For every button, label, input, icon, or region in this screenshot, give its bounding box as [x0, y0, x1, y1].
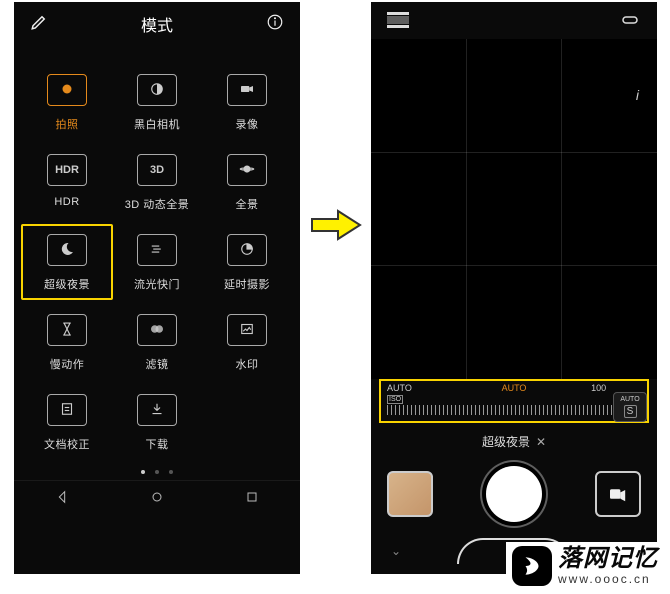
moon-icon [58, 240, 76, 261]
mode-slowmo[interactable]: 慢动作 [27, 314, 107, 372]
mode-download[interactable]: 下载 [117, 394, 197, 452]
shutter-row [371, 456, 657, 532]
page-dot [141, 470, 145, 474]
step-arrow-icon [308, 205, 363, 245]
composition-grid-line [466, 39, 467, 379]
document-icon [58, 400, 76, 421]
nav-recent-button[interactable] [244, 489, 260, 508]
trails-icon [148, 240, 166, 261]
camera-viewfinder[interactable]: i [371, 39, 657, 379]
mode-night[interactable]: 超级夜景 [21, 224, 113, 300]
filter-circles-icon [148, 320, 166, 341]
screen-title: 模式 [141, 12, 173, 36]
composition-grid-line [371, 265, 657, 266]
mode-label: 慢动作 [50, 356, 85, 372]
edit-icon[interactable] [30, 13, 48, 36]
watermark-url: www.oooc.cn [558, 573, 658, 586]
iso-auto-label: AUTO ISO [387, 383, 472, 403]
mode-label: HDR [54, 196, 79, 208]
mode-label: 下载 [146, 436, 169, 452]
hdr-text-icon: HDR [55, 164, 79, 176]
film-roll-icon[interactable] [387, 12, 409, 33]
nav-back-button[interactable] [54, 489, 70, 508]
mode-pano[interactable]: 全景 [207, 154, 287, 212]
watermark-icon [238, 320, 256, 341]
loop-icon[interactable] [619, 13, 641, 32]
night-mode-viewfinder-screen: i AUTO ISO AUTO 100 超级夜景 ✕ AUTO S ⌄ ⌄ [371, 2, 657, 574]
page-dot [169, 470, 173, 474]
current-mode-label: 超级夜景 ✕ [371, 423, 657, 456]
timelapse-icon [238, 240, 256, 261]
nav-home-button[interactable] [149, 489, 165, 508]
auto-s-badge[interactable]: AUTO S [613, 392, 647, 422]
shutter-auto-label: AUTO [472, 383, 557, 403]
mode-label: 文档校正 [44, 436, 90, 452]
video-camera-icon [238, 80, 256, 101]
mode-label: 录像 [236, 116, 259, 132]
mode-docscan[interactable]: 文档校正 [27, 394, 107, 452]
mode-label: 延时摄影 [224, 276, 270, 292]
mode-3dpano[interactable]: 3D 3D 动态全景 [117, 154, 197, 212]
chevron-down-icon[interactable]: ⌄ [391, 544, 401, 558]
mode-label: 流光快门 [134, 276, 180, 292]
mode-filter[interactable]: 滤镜 [117, 314, 197, 372]
mode-label: 黑白相机 [134, 116, 180, 132]
watermark-title: 落网记忆 [558, 546, 658, 572]
info-icon[interactable]: i [636, 87, 639, 103]
pano-icon [238, 160, 256, 181]
mode-photo[interactable]: 拍照 [27, 74, 107, 132]
mode-label: 超级夜景 [44, 276, 90, 292]
page-dot [155, 470, 159, 474]
mode-label: 3D 动态全景 [125, 196, 190, 212]
half-circle-icon [148, 80, 166, 101]
hourglass-icon [58, 320, 76, 341]
exposure-scale[interactable]: AUTO ISO AUTO 100 [379, 379, 649, 423]
source-watermark: 落网记忆 www.oooc.cn [506, 542, 664, 590]
mode-selection-screen: 模式 拍照 黑白相机 录像 HDR HDR 3D 3D 动态全景 全景 [14, 2, 300, 574]
mode-watermark[interactable]: 水印 [207, 314, 287, 372]
close-mode-icon[interactable]: ✕ [536, 435, 546, 449]
mode-hdr[interactable]: HDR HDR [27, 154, 107, 212]
watermark-logo-icon [512, 546, 552, 586]
mode-video[interactable]: 录像 [207, 74, 287, 132]
mode-light[interactable]: 流光快门 [117, 234, 197, 292]
shutter-button[interactable] [486, 466, 542, 522]
mode-timelapse[interactable]: 延时摄影 [207, 234, 287, 292]
composition-grid-line [561, 39, 562, 379]
exposure-tick-marks [387, 405, 641, 415]
mode-label: 水印 [236, 356, 259, 372]
switch-to-video-button[interactable] [595, 471, 641, 517]
android-nav-bar [14, 480, 300, 518]
mode-grid: 拍照 黑白相机 录像 HDR HDR 3D 3D 动态全景 全景 超级夜景 [14, 44, 300, 462]
info-icon[interactable] [266, 13, 284, 36]
viewfinder-top-bar [371, 2, 657, 39]
mode-label: 拍照 [56, 116, 79, 132]
page-indicator [14, 462, 300, 480]
download-icon [148, 400, 166, 421]
mode-bw[interactable]: 黑白相机 [117, 74, 197, 132]
top-bar: 模式 [14, 2, 300, 44]
camera-dot-icon [58, 80, 76, 101]
gallery-thumbnail[interactable] [387, 471, 433, 517]
3d-text-icon: 3D [150, 164, 164, 176]
mode-label: 滤镜 [146, 356, 169, 372]
mode-label: 全景 [236, 196, 259, 212]
composition-grid-line [371, 152, 657, 153]
